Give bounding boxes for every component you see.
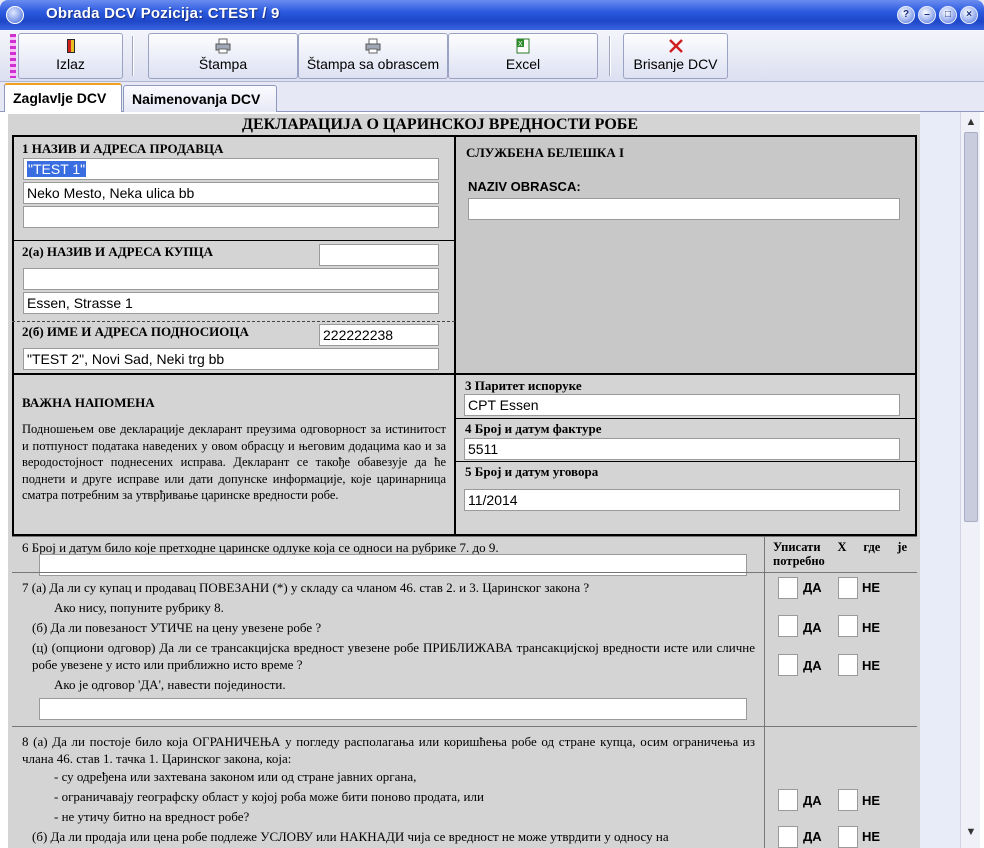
tab-bar: Zaglavlje DCV Naimenovanja DCV <box>0 82 984 113</box>
divider-line <box>12 572 917 573</box>
printer-icon <box>365 38 381 54</box>
side-panel <box>920 112 960 848</box>
buyer-code-field[interactable] <box>319 244 439 266</box>
related-yes-checkbox[interactable] <box>778 577 798 599</box>
no-label: НЕ <box>862 658 881 673</box>
maximize-icon[interactable]: □ <box>939 6 957 24</box>
no-label: НЕ <box>862 793 881 808</box>
contract-field[interactable]: 11/2014 <box>464 489 900 511</box>
minimize-icon[interactable]: – <box>918 6 936 24</box>
seller-name-field[interactable]: "TEST 1" <box>23 158 439 180</box>
scroll-thumb[interactable] <box>964 132 978 522</box>
yes-label: ДА <box>803 829 822 844</box>
window-title: Obrada DCV Pozicija: CTEST / 9 <box>46 5 280 22</box>
excel-button[interactable]: X Excel <box>448 33 598 79</box>
important-note-text: Подношењем ове декларације декларант пре… <box>22 422 446 502</box>
buyer-name-field[interactable] <box>23 268 439 290</box>
invoice-field[interactable]: 5511 <box>464 438 900 460</box>
buyer-address-field[interactable]: Essen, Strasse 1 <box>23 292 439 314</box>
declarant-code-field[interactable]: 222222238 <box>319 324 439 346</box>
vertical-scrollbar[interactable]: ▲ ▼ <box>960 112 980 848</box>
approximation-no-checkbox[interactable] <box>838 654 858 676</box>
seller-extra-field[interactable] <box>23 206 439 228</box>
seller-address-field[interactable]: Neko Mesto, Neka ulica bb <box>23 182 439 204</box>
related-no-checkbox[interactable] <box>838 577 858 599</box>
system-menu-icon[interactable] <box>6 6 24 24</box>
no-label: НЕ <box>862 829 881 844</box>
mark-x-header: Уписати X где је потребно <box>773 540 907 568</box>
approximation-yes-checkbox[interactable] <box>778 654 798 676</box>
printer-icon <box>215 38 231 54</box>
form-name-label: NAZIV OBRASCA: <box>468 179 581 194</box>
scroll-down-icon[interactable]: ▼ <box>963 824 979 840</box>
details-field[interactable] <box>39 698 747 720</box>
restrictions-yes-checkbox[interactable] <box>778 789 798 811</box>
restriction-item-1: - су одређена или захтевана законом или … <box>54 769 417 784</box>
print-button[interactable]: Štampa <box>148 33 298 79</box>
toolbar: Izlaz Štampa Štampa sa obrascem X Excel … <box>0 30 984 82</box>
exit-button[interactable]: Izlaz <box>18 33 123 79</box>
toolbar-grip[interactable] <box>10 34 16 78</box>
invoice-label: 4 Број и датум фактуре <box>465 421 602 436</box>
tab-naimenovanja[interactable]: Naimenovanja DCV <box>123 85 277 112</box>
toolbar-separator <box>609 36 611 76</box>
condition-yes-checkbox[interactable] <box>778 826 798 848</box>
divider-line <box>12 726 917 727</box>
no-label: НЕ <box>862 620 881 635</box>
related-question: 7 (а) Да ли су купац и продавац ПОВЕЗАНИ… <box>22 580 590 595</box>
close-window-icon[interactable]: × <box>960 6 978 24</box>
yes-label: ДА <box>803 793 822 808</box>
contract-label: 5 Број и датум уговора <box>465 464 599 479</box>
restriction-item-2: - ограничавају географску област у којој… <box>54 789 484 804</box>
condition-no-checkbox[interactable] <box>838 826 858 848</box>
seller-label: 1 НАЗИВ И АДРЕСА ПРОДАВЦА <box>22 141 224 156</box>
yes-label: ДА <box>803 580 822 595</box>
scroll-up-icon[interactable]: ▲ <box>963 114 979 130</box>
delivery-terms-label: 3 Паритет испоруке <box>465 378 582 393</box>
form-heading: ДЕКЛАРАЦИЈА О ЦАРИНСКОЈ ВРЕДНОСТИ РОБЕ <box>242 116 639 133</box>
influence-yes-checkbox[interactable] <box>778 615 798 637</box>
important-note-title: ВАЖНА НАПОМЕНА <box>22 395 155 410</box>
title-bar: Obrada DCV Pozicija: CTEST / 9 ? – □ × <box>0 0 984 30</box>
approximation-note: Ако је одговор 'ДА', навести појединости… <box>54 677 286 692</box>
related-question-note: Ако нису, попуните рубрику 8. <box>54 600 224 615</box>
restrictions-question: 8 (а) Да ли постоје било која ОГРАНИЧЕЊА… <box>22 734 755 766</box>
divider-line <box>12 240 455 241</box>
answer-column-divider <box>764 536 765 848</box>
dashed-divider <box>12 321 455 322</box>
buyer-label: 2(a) НАЗИВ И АДРЕСА КУПЦА <box>22 244 213 259</box>
approximation-question: (ц) (опциони одговор) Да ли се трансакци… <box>32 640 755 672</box>
restriction-item-3: - не утичу битно на вредност робе? <box>54 809 250 824</box>
declarant-address-field[interactable]: "TEST 2", Novi Sad, Neki trg bb <box>23 348 439 370</box>
form-area: ДЕКЛАРАЦИЈА О ЦАРИНСКОЈ ВРЕДНОСТИ РОБЕ 1… <box>0 112 984 848</box>
help-icon[interactable]: ? <box>897 6 915 24</box>
exit-door-icon <box>63 38 79 54</box>
toolbar-separator <box>132 36 134 76</box>
no-label: НЕ <box>862 580 881 595</box>
print-with-form-button[interactable]: Štampa sa obrascem <box>298 33 448 79</box>
influence-question: (б) Да ли повезаност УТИЧЕ на цену увезе… <box>32 620 322 635</box>
form-name-field[interactable] <box>468 198 900 220</box>
excel-icon: X <box>515 38 531 54</box>
restrictions-no-checkbox[interactable] <box>838 789 858 811</box>
svg-text:X: X <box>518 41 523 48</box>
official-note-panel <box>456 137 915 373</box>
divider-line <box>456 461 917 462</box>
divider-line <box>12 536 917 537</box>
divider-line <box>456 418 917 419</box>
vertical-divider <box>454 373 456 536</box>
declarant-label: 2(б) ИМЕ И АДРЕСА ПОДНОСИОЦА <box>22 324 249 339</box>
official-note-title: СЛУЖБЕНА БЕЛЕШКА I <box>466 145 625 160</box>
yes-label: ДА <box>803 620 822 635</box>
tab-zaglavlje[interactable]: Zaglavlje DCV <box>4 83 122 113</box>
delete-dcv-button[interactable]: Brisanje DCV <box>623 33 728 79</box>
delivery-terms-field[interactable]: CPT Essen <box>464 394 900 416</box>
yes-label: ДА <box>803 658 822 673</box>
influence-no-checkbox[interactable] <box>838 615 858 637</box>
delete-x-icon <box>668 38 684 54</box>
condition-question: (б) Да ли продаја или цена робе подлеже … <box>32 829 669 844</box>
